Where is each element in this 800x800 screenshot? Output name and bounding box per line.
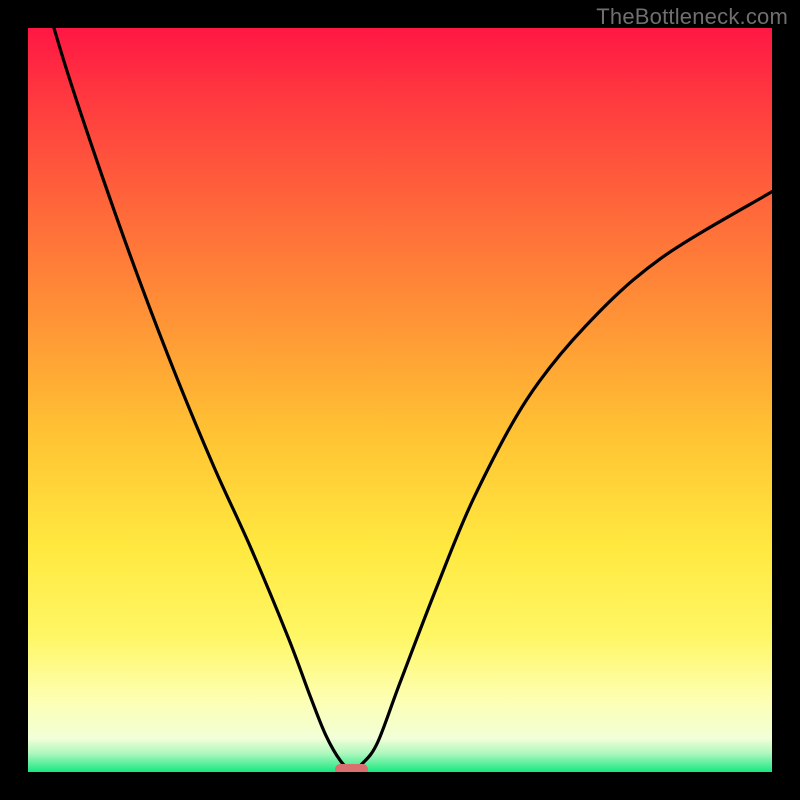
optimal-marker [335,764,368,772]
gradient-background [28,28,772,772]
chart-svg [28,28,772,772]
chart-frame: TheBottleneck.com [0,0,800,800]
watermark-text: TheBottleneck.com [596,4,788,30]
plot-area [28,28,772,772]
